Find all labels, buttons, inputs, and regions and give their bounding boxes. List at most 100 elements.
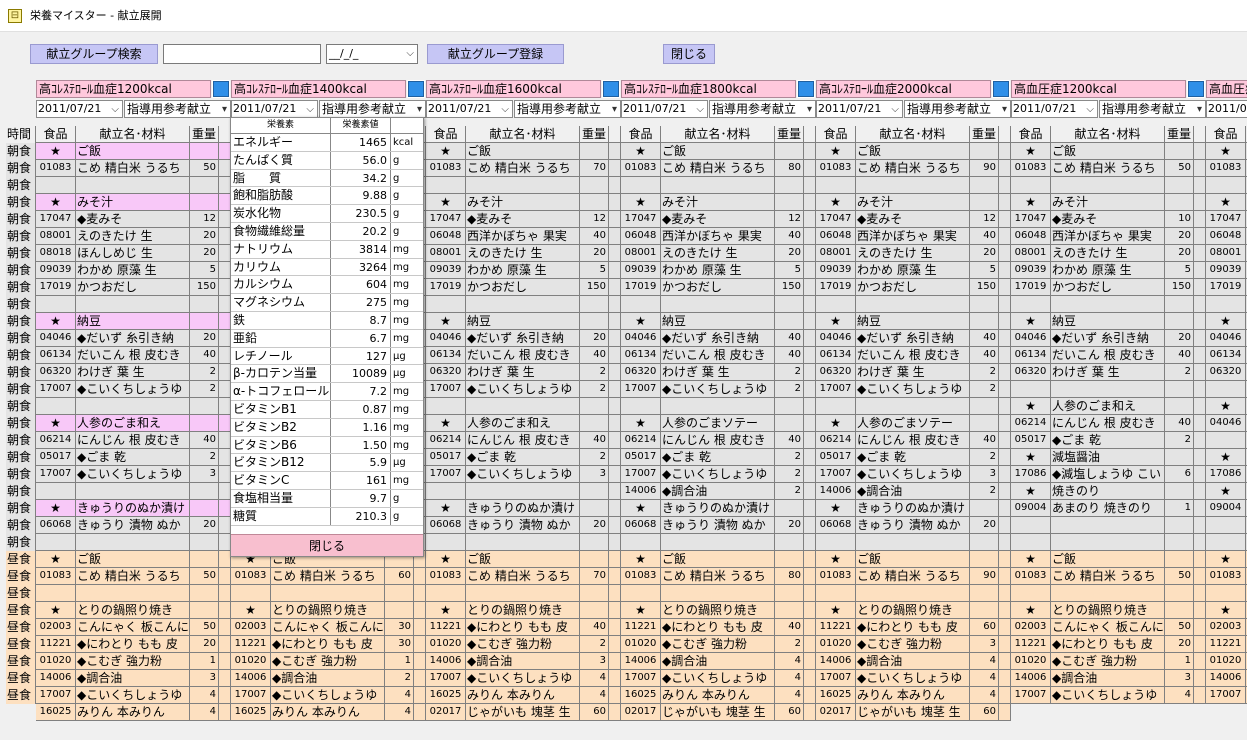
group-checkbox[interactable] bbox=[797, 80, 815, 98]
table-row[interactable]: ★納豆 bbox=[426, 313, 621, 330]
table-row[interactable]: 17007 bbox=[1206, 687, 1247, 704]
table-row[interactable]: 01020 ◆こむぎ 強力粉 1 bbox=[231, 653, 426, 670]
group-type-select[interactable]: 指導用参考献立 ▾ bbox=[904, 100, 1011, 118]
table-row[interactable] bbox=[36, 296, 231, 313]
table-row[interactable]: 02017 じゃがいも 塊茎 生 60 bbox=[621, 704, 816, 721]
table-row[interactable]: 06134だいこん 根 皮むき40 bbox=[1011, 347, 1206, 364]
table-row[interactable]: 04046◆だいず 糸引き納20 bbox=[1011, 330, 1206, 347]
table-row[interactable]: ★人参のごま和え bbox=[36, 415, 231, 432]
table-row[interactable]: 09039わかめ 原藻 生5 bbox=[426, 262, 621, 279]
table-row[interactable]: 06048西洋かぼちゃ 果実40 bbox=[621, 228, 816, 245]
table-row[interactable] bbox=[231, 585, 426, 602]
table-row[interactable]: ★ 人参のごまソテー bbox=[621, 415, 816, 432]
table-row[interactable] bbox=[1206, 381, 1247, 398]
table-row[interactable]: ★人参のごま和え bbox=[426, 415, 621, 432]
table-row[interactable]: 17019かつおだし150 bbox=[1011, 279, 1206, 296]
table-row[interactable]: 08018 ほんしめじ 生 20 bbox=[36, 245, 231, 262]
table-row[interactable]: 06214にんじん 根 皮むき40 bbox=[36, 432, 231, 449]
search-input[interactable] bbox=[163, 44, 321, 64]
table-row[interactable]: ★ご飯 bbox=[1011, 143, 1206, 160]
table-row[interactable] bbox=[36, 534, 231, 551]
table-row[interactable]: 17007 ◆こいくちしょうゆ 4 bbox=[231, 687, 426, 704]
table-row[interactable] bbox=[426, 585, 621, 602]
table-row[interactable] bbox=[36, 177, 231, 194]
table-row[interactable] bbox=[621, 177, 816, 194]
table-row[interactable] bbox=[426, 296, 621, 313]
table-row[interactable]: 04046◆だいず 糸引き納20 bbox=[36, 330, 231, 347]
table-row[interactable]: 11221 ◆にわとり もも 皮 30 bbox=[231, 636, 426, 653]
table-row[interactable]: 17007 ◆こいくちしょうゆ 4 bbox=[621, 670, 816, 687]
table-row[interactable]: 16025 みりん 本みりん 4 bbox=[36, 704, 231, 721]
table-row[interactable] bbox=[816, 398, 1011, 415]
table-row[interactable]: 04046 bbox=[1206, 330, 1247, 347]
table-row[interactable]: 17019かつおだし150 bbox=[621, 279, 816, 296]
table-row[interactable] bbox=[426, 177, 621, 194]
table-row[interactable] bbox=[1206, 296, 1247, 313]
table-row[interactable]: ★ とりの鍋照り焼き bbox=[816, 602, 1011, 619]
table-row[interactable] bbox=[426, 398, 621, 415]
table-row[interactable]: 06048 西洋かぼちゃ 果実 20 bbox=[1011, 228, 1206, 245]
table-row[interactable]: 02017 じゃがいも 塊茎 生 60 bbox=[426, 704, 621, 721]
table-row[interactable]: ★納豆 bbox=[36, 313, 231, 330]
table-row[interactable] bbox=[1011, 585, 1206, 602]
table-row[interactable]: 06048西洋かぼちゃ 果実40 bbox=[426, 228, 621, 245]
table-row[interactable]: 01020 ◆こむぎ 強力粉 2 bbox=[426, 636, 621, 653]
table-row[interactable]: ★きゅうりのぬか漬け bbox=[426, 500, 621, 517]
table-row[interactable]: ★ とりの鍋照り焼き bbox=[36, 602, 231, 619]
table-row[interactable]: 06134だいこん 根 皮むき40 bbox=[816, 347, 1011, 364]
table-row[interactable]: 11221 ◆にわとり もも 皮 20 bbox=[36, 636, 231, 653]
table-row[interactable]: 05017◆ごま 乾2 bbox=[816, 449, 1011, 466]
table-row[interactable] bbox=[1011, 534, 1206, 551]
table-row[interactable] bbox=[621, 398, 816, 415]
table-row[interactable]: 14006 ◆調合油 3 bbox=[36, 670, 231, 687]
table-row[interactable]: 06320わけぎ 葉 生2 bbox=[426, 364, 621, 381]
table-row[interactable]: 17019かつおだし150 bbox=[426, 279, 621, 296]
table-row[interactable]: 01083 こめ 精白米 うるち 50 bbox=[1011, 160, 1206, 177]
group-checkbox[interactable] bbox=[1187, 80, 1205, 98]
table-row[interactable] bbox=[816, 534, 1011, 551]
table-row[interactable]: 01083 こめ 精白米 うるち 70 bbox=[426, 160, 621, 177]
popup-close-button[interactable]: 閉じる bbox=[231, 534, 423, 556]
table-row[interactable]: 06214にんじん 根 皮むき40 bbox=[1011, 415, 1206, 432]
table-row[interactable] bbox=[816, 296, 1011, 313]
table-row[interactable]: 17047◆麦みそ12 bbox=[36, 211, 231, 228]
table-row[interactable]: ★ご飯 bbox=[426, 551, 621, 568]
group-date-select[interactable]: 2011/07/21 ⌵ bbox=[1011, 100, 1098, 118]
table-row[interactable]: 01083 こめ 精白米 うるち 90 bbox=[816, 568, 1011, 585]
group-type-select[interactable]: 指導用参考献立 ▾ bbox=[514, 100, 621, 118]
table-row[interactable]: 06320わけぎ 葉 生2 bbox=[621, 364, 816, 381]
table-row[interactable]: 01083 こめ 精白米 うるち 90 bbox=[816, 160, 1011, 177]
table-row[interactable]: 01083 こめ 精白米 うるち 80 bbox=[621, 568, 816, 585]
table-row[interactable]: 09039わかめ 原藻 生5 bbox=[36, 262, 231, 279]
table-row[interactable]: 06068きゅうり 漬物 ぬか20 bbox=[36, 517, 231, 534]
table-row[interactable]: 01083 こめ 精白米 うるち 50 bbox=[36, 568, 231, 585]
table-row[interactable]: 05017◆ごま 乾2 bbox=[36, 449, 231, 466]
table-row[interactable]: 11221 ◆にわとり もも 皮 40 bbox=[426, 619, 621, 636]
table-row[interactable]: ★ご飯 bbox=[36, 551, 231, 568]
group-checkbox[interactable] bbox=[407, 80, 425, 98]
table-row[interactable]: 06214にんじん 根 皮むき40 bbox=[621, 432, 816, 449]
table-row[interactable] bbox=[1206, 534, 1247, 551]
table-row[interactable]: 17019かつおだし150 bbox=[816, 279, 1011, 296]
table-row[interactable] bbox=[621, 534, 816, 551]
table-row[interactable]: 08001えのきたけ 生20 bbox=[1011, 245, 1206, 262]
table-row[interactable]: 09039 bbox=[1206, 262, 1247, 279]
group-checkbox[interactable] bbox=[212, 80, 230, 98]
table-row[interactable]: 17007◆こいくちしょうゆ2 bbox=[36, 381, 231, 398]
table-row[interactable]: ★ bbox=[1206, 602, 1247, 619]
table-row[interactable]: 06048西洋かぼちゃ 果実40 bbox=[816, 228, 1011, 245]
table-row[interactable]: 01083 こめ 精白米 うるち 50 bbox=[1011, 568, 1206, 585]
table-row[interactable]: 01083 bbox=[1206, 568, 1247, 585]
table-row[interactable]: 17047◆麦みそ12 bbox=[621, 211, 816, 228]
table-row[interactable]: ★みそ汁 bbox=[36, 194, 231, 211]
table-row[interactable]: 17007◆こいくちしょうゆ2 bbox=[621, 381, 816, 398]
table-row[interactable]: 01020 ◆こむぎ 強力粉 2 bbox=[621, 636, 816, 653]
table-row[interactable]: ★みそ汁 bbox=[816, 194, 1011, 211]
table-row[interactable]: 16025 みりん 本みりん 4 bbox=[816, 687, 1011, 704]
table-row[interactable]: 14006 ◆調合油 3 bbox=[426, 653, 621, 670]
group-type-select[interactable]: 指導用参考献立 ▾ bbox=[319, 100, 426, 118]
group-date-select[interactable]: 2011/07/21 ⌵ bbox=[426, 100, 513, 118]
table-row[interactable]: 04046 ◆だいず 糸引き納 40 bbox=[621, 330, 816, 347]
table-row[interactable]: 01020 ◆こむぎ 強力粉 1 bbox=[36, 653, 231, 670]
table-row[interactable]: ★ とりの鍋照り焼き bbox=[621, 602, 816, 619]
